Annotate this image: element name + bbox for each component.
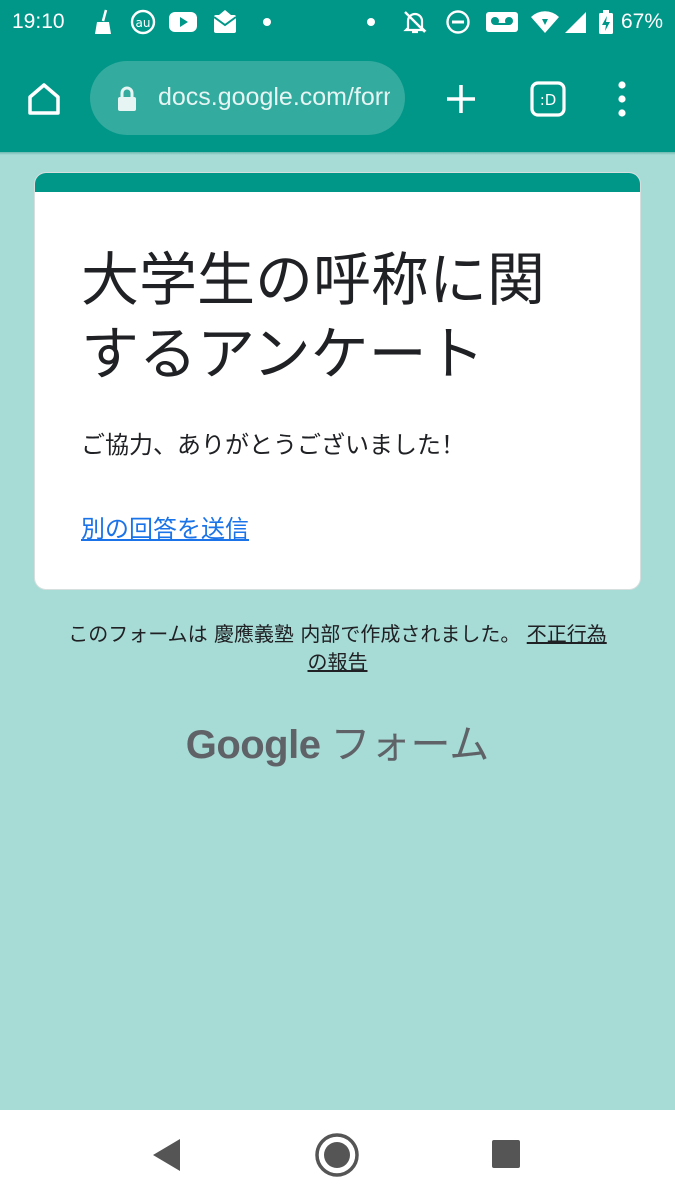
recents-icon[interactable]: [490, 1138, 522, 1170]
battery-percent: 67%: [620, 10, 663, 33]
home-button-icon[interactable]: [314, 1132, 360, 1178]
home-icon[interactable]: [25, 80, 63, 118]
svg-text:au: au: [136, 16, 151, 30]
url-text[interactable]: docs.google.com/forms: [158, 83, 390, 112]
au-icon: au: [130, 9, 156, 35]
logo-google-text: Google: [185, 723, 321, 767]
dot-icon: [263, 18, 271, 26]
tab-switcher-icon[interactable]: :D: [529, 80, 567, 118]
youtube-icon: [169, 12, 197, 32]
card-accent-bar: [35, 173, 640, 192]
new-tab-icon[interactable]: [444, 82, 478, 116]
confirmation-card: 大学生の呼称に関するアンケート ご協力、ありがとうございました！ 別の回答を送信: [34, 172, 641, 590]
submit-another-response-link[interactable]: 別の回答を送信: [81, 509, 249, 544]
logo-product-text: フォーム: [330, 722, 490, 768]
do-not-disturb-icon: [446, 10, 470, 34]
tab-switcher-label: :D: [540, 91, 557, 109]
more-vert-icon[interactable]: [612, 79, 632, 119]
status-bar: 19:10 au 67%: [0, 0, 675, 46]
confirmation-message: ご協力、ありがとうございました！: [81, 431, 465, 459]
signal-icon: [565, 12, 586, 33]
form-footer-note: このフォームは 慶應義塾 内部で作成されました。 不正行為の報告: [60, 620, 615, 676]
voicemail-icon: [486, 12, 518, 32]
dot-icon: [367, 18, 375, 26]
toolbar-shadow: [0, 152, 675, 155]
google-forms-logo[interactable]: Google フォーム: [0, 712, 675, 770]
back-icon[interactable]: [150, 1136, 184, 1174]
lock-icon: [118, 86, 136, 111]
broom-icon: [95, 9, 111, 34]
au-mail-icon: [213, 10, 237, 33]
status-time: 19:10: [12, 10, 65, 33]
url-bar[interactable]: docs.google.com/forms: [90, 61, 405, 135]
browser-toolbar: docs.google.com/forms :D: [0, 46, 675, 152]
notifications-off-icon: [403, 11, 427, 34]
wifi-icon: [531, 11, 559, 33]
battery-charging-icon: [599, 10, 613, 34]
footer-note-text: このフォームは 慶應義塾 内部で作成されました。: [68, 622, 521, 646]
system-nav-bar: [0, 1110, 675, 1200]
form-title: 大学生の呼称に関するアンケート: [81, 246, 546, 388]
